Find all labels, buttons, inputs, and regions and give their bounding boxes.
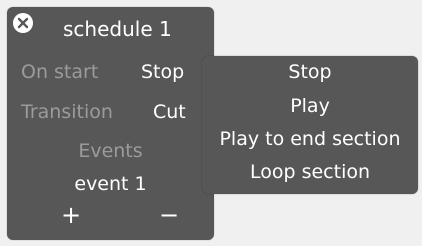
menu-item-play-to-end-section[interactable]: Play to end section (202, 128, 418, 150)
events-label: Events (78, 140, 143, 162)
transition-value[interactable]: Cut (153, 101, 186, 123)
event-item[interactable]: event 1 (7, 173, 214, 195)
on-start-dropdown-menu: Stop Play Play to end section Loop secti… (202, 56, 418, 194)
close-icon[interactable] (13, 13, 33, 33)
close-glyph (17, 17, 29, 29)
menu-item-stop[interactable]: Stop (202, 61, 418, 83)
add-event-button[interactable]: + (61, 203, 81, 227)
menu-item-loop-section[interactable]: Loop section (202, 161, 418, 183)
menu-item-play[interactable]: Play (202, 95, 418, 117)
transition-label: Transition (21, 101, 113, 123)
schedule-title: schedule 1 (63, 17, 172, 41)
on-start-value[interactable]: Stop (141, 61, 184, 83)
on-start-label: On start (21, 61, 99, 83)
remove-event-button[interactable]: − (159, 203, 179, 227)
schedule-panel: schedule 1 On start Stop Transition Cut … (7, 7, 214, 240)
